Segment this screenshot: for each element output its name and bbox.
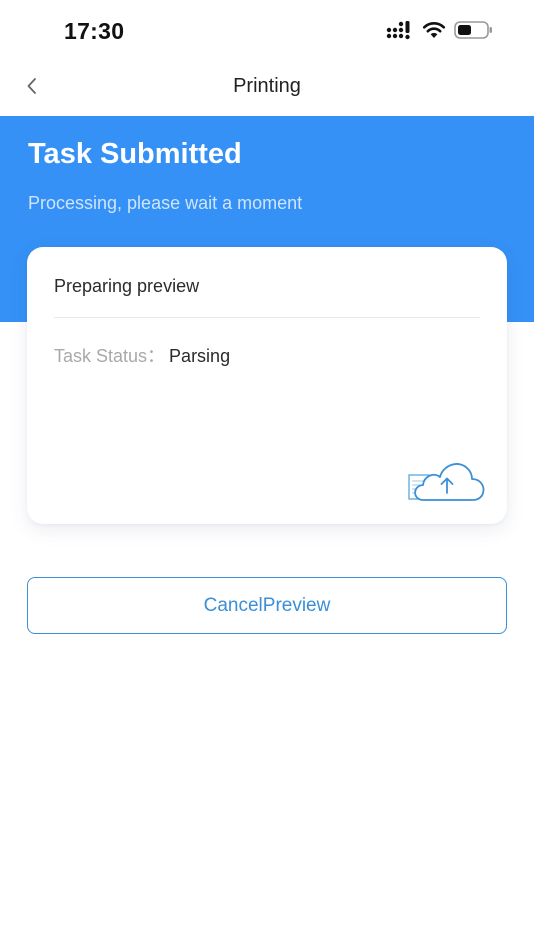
nav-title: Printing <box>233 75 301 97</box>
task-status-value: Parsing <box>169 346 231 366</box>
cloud-upload-icon <box>407 457 487 503</box>
header-subtitle: Processing, please wait a moment <box>28 193 303 213</box>
screen: 17:30 Printing Task Submitted Processing… <box>0 0 534 950</box>
wifi-icon <box>422 21 446 39</box>
status-bar: 17:30 <box>0 0 534 62</box>
cancel-preview-button[interactable]: CancelPreview <box>27 577 507 634</box>
card-title: Preparing preview <box>54 276 200 296</box>
nav-bar: Printing <box>0 62 534 116</box>
header-title: Task Submitted <box>28 138 242 170</box>
battery-icon <box>454 20 494 40</box>
cellular-signal-icon <box>386 20 414 40</box>
card-divider <box>54 317 480 318</box>
task-status-row: Task Status： Parsing <box>54 342 230 368</box>
task-status-label: Task Status： <box>54 346 166 366</box>
status-icons <box>386 20 494 40</box>
preview-card: Preparing preview Task Status： Parsing <box>27 247 507 524</box>
status-time: 17:30 <box>64 18 125 44</box>
